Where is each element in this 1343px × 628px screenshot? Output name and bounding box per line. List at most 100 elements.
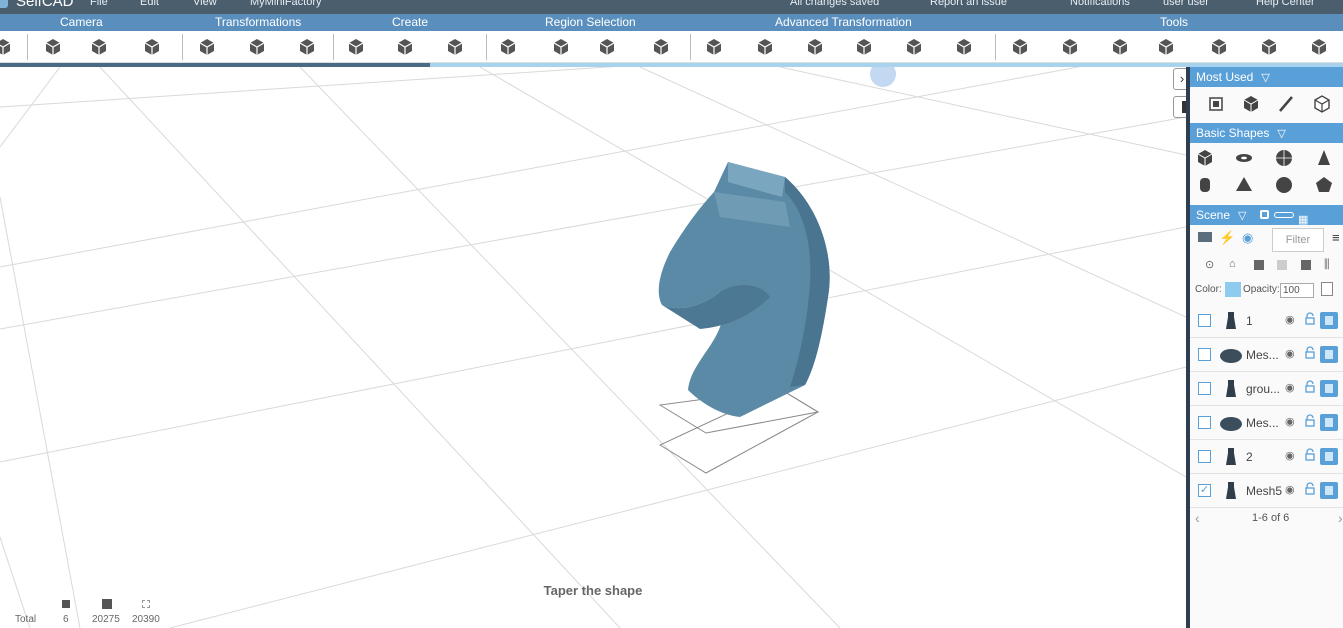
cube-outline-icon[interactable] — [444, 36, 466, 58]
knight-model[interactable] — [658, 162, 830, 417]
taper-icon[interactable] — [853, 36, 875, 58]
select-object-icon[interactable] — [650, 36, 672, 58]
hat-shape-icon[interactable] — [394, 36, 416, 58]
pager-prev-button[interactable]: ‹ — [1195, 510, 1200, 526]
torus-icon[interactable] — [1234, 148, 1254, 168]
cube-shape-icon[interactable] — [345, 36, 367, 58]
report-issue-link[interactable]: Report an issue — [930, 0, 1007, 8]
unlink-icon[interactable]: ⚡ — [1219, 230, 1235, 246]
pager-next-button[interactable]: › — [1338, 510, 1343, 526]
help-center-link[interactable]: Help Center — [1256, 0, 1315, 8]
brush-icon[interactable] — [1276, 94, 1296, 114]
scene-header[interactable]: Scene ▽ ▦ — [1190, 205, 1343, 226]
visibility-eye-icon[interactable]: ◉ — [1285, 313, 1295, 326]
grid-view-icon[interactable]: ▦ — [1298, 210, 1308, 230]
lock-icon[interactable] — [1305, 312, 1315, 325]
object-name[interactable]: Mes... — [1246, 416, 1288, 430]
scene-object-row[interactable]: 2 ◉ — [1190, 440, 1343, 474]
opacity-input[interactable]: 100 — [1280, 283, 1314, 298]
scene-object-row[interactable]: 1 ◉ — [1190, 304, 1343, 338]
select-edge-icon[interactable] — [550, 36, 572, 58]
geo-sphere-icon[interactable] — [1274, 175, 1294, 195]
view-toggle-icon[interactable] — [1260, 210, 1269, 219]
camera-frame-icon[interactable] — [141, 36, 163, 58]
scale-tool-icon[interactable] — [296, 36, 318, 58]
cube-outline-icon[interactable] — [1312, 94, 1332, 114]
object-name[interactable]: 2 — [1246, 450, 1288, 464]
tool-hex-icon[interactable] — [1208, 36, 1230, 58]
tool-box-icon[interactable] — [1258, 36, 1280, 58]
visibility-eye-icon[interactable]: ◉ — [1285, 347, 1295, 360]
cylinder-icon[interactable] — [1195, 175, 1215, 195]
bevel-icon[interactable] — [804, 36, 826, 58]
subdivide-icon[interactable] — [754, 36, 776, 58]
object-settings-button[interactable] — [1320, 380, 1338, 397]
group-objects-icon[interactable] — [1198, 232, 1212, 242]
lock-icon[interactable] — [1305, 380, 1315, 393]
scene-object-row[interactable]: ✓ Mesh5 ◉ — [1190, 474, 1343, 508]
select-vertex-icon[interactable] — [596, 36, 618, 58]
camera-pan-icon[interactable] — [88, 36, 110, 58]
object-name[interactable]: grou... — [1246, 382, 1288, 396]
object-name[interactable]: 1 — [1246, 314, 1288, 328]
sort-icon[interactable]: ≡ — [1332, 230, 1340, 245]
row-checkbox[interactable]: ✓ — [1198, 484, 1211, 497]
3d-viewport[interactable]: Taper the shape Total 6 20275 20390 — [0, 67, 1186, 628]
object-settings-button[interactable] — [1320, 448, 1338, 465]
mesh-icon[interactable] — [1301, 260, 1311, 270]
camera-rotate-icon[interactable] — [42, 36, 64, 58]
lock-icon[interactable] — [1305, 414, 1315, 427]
project-name[interactable]: MyMiniFactory — [250, 0, 322, 8]
notifications-link[interactable]: Notifications — [1070, 0, 1130, 8]
visibility-eye-icon[interactable]: ◉ — [1285, 415, 1295, 428]
object-settings-button[interactable] — [1320, 414, 1338, 431]
scene-object-row[interactable]: Mes... ◉ — [1190, 338, 1343, 372]
row-checkbox[interactable] — [1198, 348, 1211, 361]
sketch-tool-icon[interactable] — [1308, 36, 1330, 58]
row-checkbox[interactable] — [1198, 416, 1211, 429]
sphere-icon[interactable] — [1274, 148, 1294, 168]
eye-icon[interactable]: ⊙ — [1205, 258, 1214, 271]
object-name[interactable]: Mesh5 — [1246, 484, 1288, 498]
row-checkbox[interactable] — [1198, 382, 1211, 395]
visibility-icon[interactable]: ◉ — [1242, 230, 1253, 246]
bend-icon[interactable] — [953, 36, 975, 58]
visibility-eye-icon[interactable]: ◉ — [1285, 483, 1295, 496]
extrude-icon[interactable] — [703, 36, 725, 58]
object-settings-button[interactable] — [1320, 482, 1338, 499]
lock-icon[interactable]: ⌂ — [1229, 258, 1236, 270]
polyhedron-icon[interactable] — [1314, 175, 1334, 195]
menu-view[interactable]: View — [193, 0, 217, 8]
cube-icon[interactable] — [1241, 94, 1261, 114]
tool-wire-icon[interactable] — [1109, 36, 1131, 58]
tool-sphere-icon[interactable] — [1155, 36, 1177, 58]
menu-edit[interactable]: Edit — [140, 0, 159, 8]
material-button[interactable] — [1321, 282, 1333, 296]
basic-shapes-header[interactable]: Basic Shapes ▽ — [1190, 123, 1343, 143]
scene-object-row[interactable]: grou... ◉ — [1190, 372, 1343, 406]
rotate-tool-icon[interactable] — [246, 36, 268, 58]
slider-icon[interactable] — [1274, 212, 1294, 218]
move-tool-icon[interactable] — [1206, 94, 1226, 114]
pyramid-icon[interactable] — [1234, 175, 1254, 195]
object-settings-button[interactable] — [1320, 346, 1338, 363]
user-menu[interactable]: user user — [1163, 0, 1209, 8]
lock-icon[interactable] — [1305, 346, 1315, 359]
move-tool-icon[interactable] — [196, 36, 218, 58]
row-checkbox[interactable] — [1198, 314, 1211, 327]
menu-file[interactable]: File — [90, 0, 108, 8]
wireframe-icon[interactable] — [1277, 260, 1287, 270]
color-swatch[interactable] — [1225, 282, 1241, 297]
lock-icon[interactable] — [1305, 448, 1315, 461]
visibility-eye-icon[interactable]: ◉ — [1285, 381, 1295, 394]
cone-icon[interactable] — [1314, 148, 1334, 168]
row-checkbox[interactable] — [1198, 450, 1211, 463]
object-settings-button[interactable] — [1320, 312, 1338, 329]
scene-object-row[interactable]: Mes... ◉ — [1190, 406, 1343, 440]
visibility-eye-icon[interactable]: ◉ — [1285, 449, 1295, 462]
tool-solid-icon[interactable] — [1059, 36, 1081, 58]
lock-icon[interactable] — [1305, 482, 1315, 495]
camera-reset-icon[interactable] — [0, 36, 14, 58]
most-used-header[interactable]: Most Used ▽ — [1190, 67, 1343, 87]
object-name[interactable]: Mes... — [1246, 348, 1288, 362]
